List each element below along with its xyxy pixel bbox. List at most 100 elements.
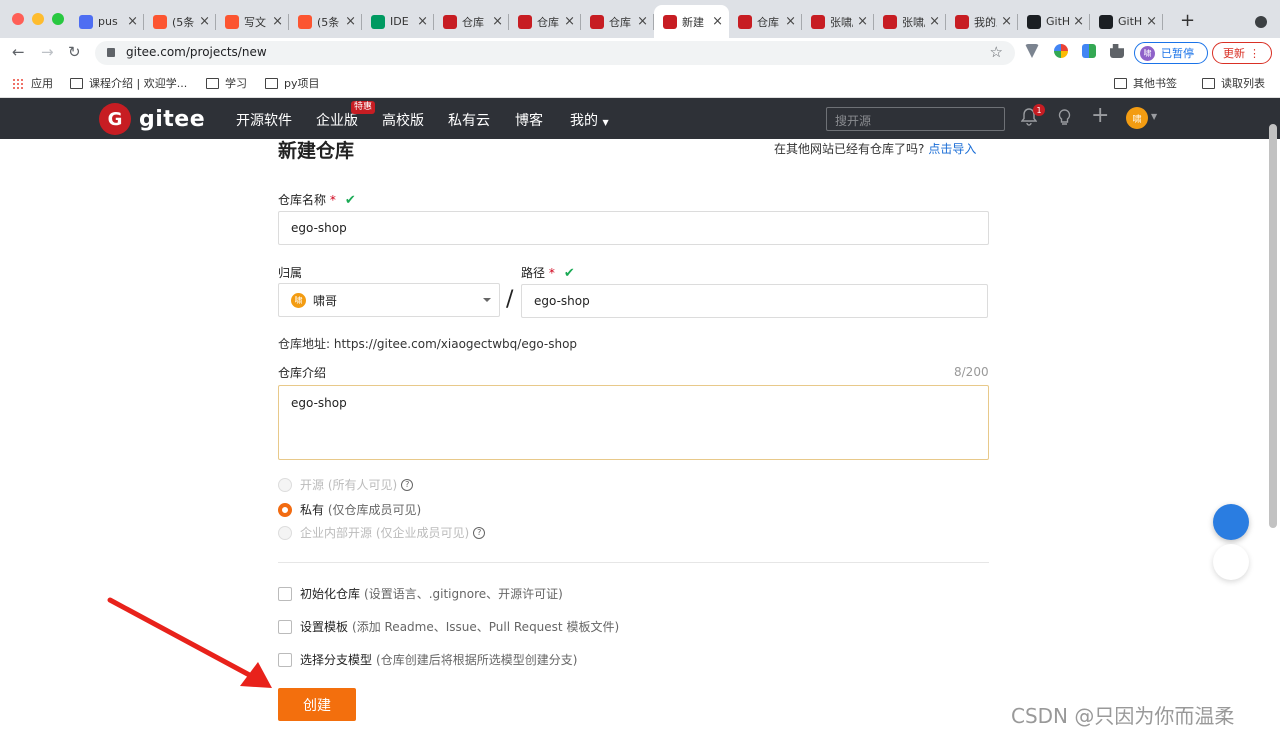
- tab-close-icon[interactable]: ×: [929, 14, 940, 29]
- page-title: 新建仓库: [278, 140, 355, 162]
- bookmark-py-label: py项目: [284, 77, 320, 90]
- browser-tab[interactable]: 新建 ×: [654, 5, 729, 38]
- address-bar[interactable]: gitee.com/projects/new ☆: [95, 41, 1015, 65]
- repo-address: 仓库地址: https://gitee.com/xiaogectwbq/ego-…: [278, 335, 577, 352]
- user-menu-chevron-icon[interactable]: ▼: [1151, 112, 1157, 121]
- browser-tab[interactable]: 仓库 - § ×: [729, 5, 802, 38]
- tab-close-icon[interactable]: ×: [1073, 14, 1084, 29]
- browser-tab[interactable]: 张啸/eg ×: [802, 5, 874, 38]
- apps-extension-icon[interactable]: [1082, 44, 1096, 58]
- bookmark-star-icon[interactable]: ☆: [990, 43, 1003, 61]
- bookmark-apps[interactable]: 应用: [12, 75, 53, 91]
- tab-close-icon[interactable]: ×: [345, 14, 356, 29]
- tab-close-icon[interactable]: ×: [127, 14, 138, 29]
- visibility-private-hint: (仅仓库成员可见): [327, 503, 422, 517]
- browser-tab[interactable]: 写文 ×: [216, 5, 289, 38]
- description-textarea[interactable]: ego-shop: [278, 385, 989, 460]
- bookmark-folder-py[interactable]: py项目: [265, 75, 320, 91]
- user-avatar[interactable]: 啸: [1126, 107, 1148, 129]
- branch-model-checkbox[interactable]: 选择分支模型 (仓库创建后将根据所选模型创建分支): [278, 651, 577, 668]
- visibility-private-radio[interactable]: 私有 (仅仓库成员可见): [278, 501, 421, 518]
- book-icon: [70, 77, 83, 89]
- nav-blog[interactable]: 博客: [515, 110, 543, 130]
- tab-title: 仓库: [537, 15, 559, 29]
- browser-tab[interactable]: 仓库 ×: [509, 5, 581, 38]
- tab-close-icon[interactable]: ×: [857, 14, 868, 29]
- browser-tab[interactable]: 仓库 ×: [434, 5, 509, 38]
- browser-tab[interactable]: 我的工作 ×: [946, 5, 1018, 38]
- update-button[interactable]: 更新 ⋮: [1212, 42, 1272, 64]
- tab-close-icon[interactable]: ×: [272, 14, 283, 29]
- tab-title: GitHub: [1118, 15, 1143, 28]
- promo-badge: 特惠: [351, 101, 376, 114]
- tab-close-icon[interactable]: ×: [199, 14, 210, 29]
- browser-tab[interactable]: 仓库 ×: [581, 5, 654, 38]
- valid-check-icon: ✔: [563, 266, 575, 281]
- init-repo-checkbox[interactable]: 初始化仓库 (设置语言、.gitignore、开源许可证): [278, 585, 563, 602]
- browser-tab-strip: pus×(5条×写文×(5条×IDE×仓库×仓库×仓库×新建×仓库 - §×张啸…: [0, 0, 1280, 38]
- browser-tab[interactable]: GitHub×: [1018, 5, 1090, 38]
- gitee-search-input[interactable]: 搜开源: [826, 107, 1005, 131]
- red-arrow-annotation: [107, 597, 272, 688]
- bookmark-course[interactable]: 课程介绍 | 欢迎学...: [70, 75, 187, 91]
- owner-select[interactable]: 啸 啸哥: [278, 283, 500, 317]
- browser-tab[interactable]: 张啸/eg ×: [874, 5, 946, 38]
- gitee-logo-icon: G: [99, 103, 131, 135]
- feedback-edit-icon[interactable]: [1213, 544, 1249, 580]
- nav-private-cloud[interactable]: 私有云: [448, 110, 490, 130]
- tab-title: 新建: [682, 15, 704, 29]
- visibility-enterprise-radio[interactable]: 企业内部开源 (仅企业成员可见)?: [278, 524, 486, 541]
- forward-arrow-icon[interactable]: →: [41, 44, 54, 60]
- bookmark-folder-study[interactable]: 学习: [206, 75, 247, 91]
- browser-tab[interactable]: pus ×: [70, 5, 144, 38]
- page-scrollbar[interactable]: [1269, 124, 1277, 528]
- bookmarks-bar: 应用 课程介绍 | 欢迎学... 学习 py项目 其他书签 读取列表: [0, 68, 1280, 98]
- new-tab-button[interactable]: +: [1180, 12, 1195, 30]
- folder-icon: [265, 77, 278, 89]
- github-icon: [1027, 14, 1041, 29]
- minimize-window-button[interactable]: [32, 13, 44, 25]
- nav-open-source[interactable]: 开源软件: [236, 110, 292, 130]
- tab-close-icon[interactable]: ×: [712, 14, 723, 29]
- browser-tab[interactable]: (5条 ×: [289, 5, 362, 38]
- tab-title: 仓库 - §: [757, 15, 781, 29]
- back-arrow-icon[interactable]: ←: [12, 44, 25, 60]
- tab-close-icon[interactable]: ×: [1001, 14, 1012, 29]
- help-icon[interactable]: ?: [473, 526, 486, 539]
- tab-close-icon[interactable]: ×: [417, 14, 428, 29]
- tab-close-icon[interactable]: ×: [1146, 14, 1157, 29]
- bookmark-folder-other[interactable]: 其他书签: [1114, 75, 1177, 91]
- browser-tab[interactable]: (5条 ×: [144, 5, 216, 38]
- tab-close-icon[interactable]: ×: [785, 14, 796, 29]
- color-extension-icon[interactable]: [1054, 44, 1068, 58]
- template-checkbox[interactable]: 设置模板 (添加 Readme、Issue、Pull Request 模板文件): [278, 618, 619, 635]
- path-input[interactable]: ego-shop: [521, 284, 988, 318]
- lightbulb-icon[interactable]: [1057, 109, 1072, 126]
- maximize-window-button[interactable]: [52, 13, 64, 25]
- profile-paused-button[interactable]: 啸 已暂停: [1134, 42, 1208, 64]
- nav-mine[interactable]: 我的 ▼: [570, 110, 609, 130]
- gitee-logo[interactable]: G gitee: [99, 103, 205, 135]
- tab-close-icon[interactable]: ×: [492, 14, 503, 29]
- nav-education[interactable]: 高校版: [382, 110, 424, 130]
- repo-name-input[interactable]: ego-shop: [278, 211, 989, 245]
- tab-close-icon[interactable]: ×: [564, 14, 575, 29]
- url-text[interactable]: gitee.com/projects/new: [126, 45, 267, 59]
- visibility-public-radio[interactable]: 开源 (所有人可见)?: [278, 476, 414, 493]
- reload-icon[interactable]: ↻: [68, 44, 81, 60]
- import-link[interactable]: 点击导入: [928, 142, 976, 156]
- browser-tab[interactable]: GitHub×: [1090, 5, 1163, 38]
- gitee-icon: [663, 14, 677, 29]
- help-icon[interactable]: ?: [401, 478, 414, 491]
- browser-tab[interactable]: IDE ×: [362, 5, 434, 38]
- assistant-float-button[interactable]: [1213, 504, 1249, 540]
- tab-search-button[interactable]: [1255, 16, 1267, 28]
- create-plus-icon[interactable]: +: [1091, 105, 1109, 127]
- close-window-button[interactable]: [12, 13, 24, 25]
- repo-address-value: https://gitee.com/xiaogectwbq/ego-shop: [333, 337, 578, 351]
- path-label-text: 路径: [521, 266, 546, 280]
- tab-title: 张啸/eg: [902, 15, 925, 29]
- reading-list-button[interactable]: 读取列表: [1202, 75, 1265, 91]
- more-menu-icon: ⋮: [1249, 46, 1260, 60]
- tab-close-icon[interactable]: ×: [637, 14, 648, 29]
